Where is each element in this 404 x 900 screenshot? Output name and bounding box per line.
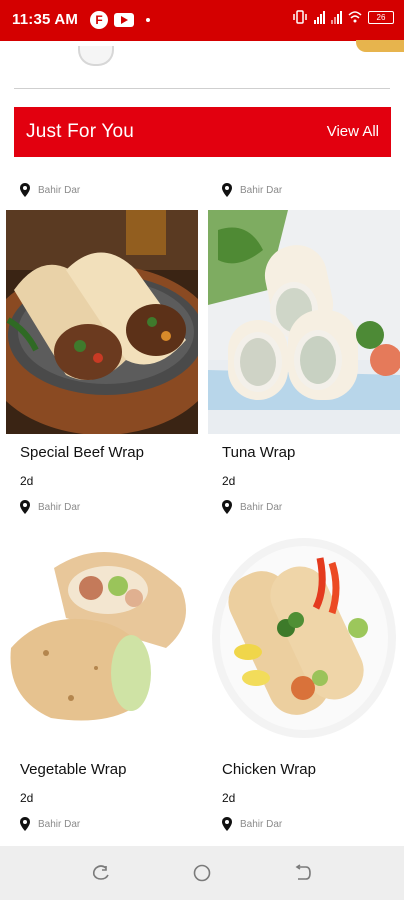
beef-wrap-image[interactable] xyxy=(6,210,198,434)
notification-icons: F xyxy=(90,11,150,29)
location-row: Bahir Dar xyxy=(222,500,282,514)
location-label: Bahir Dar xyxy=(38,184,81,196)
location-pin-icon xyxy=(222,183,232,197)
product-time: 2d xyxy=(222,474,236,488)
product-time: 2d xyxy=(222,791,236,805)
back-icon[interactable] xyxy=(294,864,312,882)
location-pin-icon xyxy=(20,183,30,197)
location-pin-icon xyxy=(20,817,30,831)
view-all-button[interactable]: View All xyxy=(327,123,379,140)
youtube-icon xyxy=(114,13,134,27)
home-icon[interactable] xyxy=(193,864,211,882)
product-name[interactable]: Special Beef Wrap xyxy=(20,444,144,461)
vibrate-icon xyxy=(293,10,307,24)
location-row: Bahir Dar xyxy=(20,817,80,831)
partial-item-image xyxy=(76,40,114,66)
location-row: Bahir Dar xyxy=(222,817,282,831)
location-row: Bahir Dar xyxy=(222,183,282,197)
section-header: Just For You View All xyxy=(14,107,391,157)
location-label: Bahir Dar xyxy=(38,501,81,513)
more-notifications-icon xyxy=(146,18,150,22)
product-name[interactable]: Tuna Wrap xyxy=(222,444,295,461)
chicken-wrap-image[interactable] xyxy=(208,528,400,752)
location-row: Bahir Dar xyxy=(20,500,80,514)
location-label: Bahir Dar xyxy=(240,184,283,196)
location-label: Bahir Dar xyxy=(38,818,81,830)
partial-item-image-right xyxy=(356,40,404,52)
location-row: Bahir Dar xyxy=(20,183,80,197)
location-pin-icon xyxy=(20,500,30,514)
product-time: 2d xyxy=(20,474,34,488)
tuna-wrap-image[interactable] xyxy=(208,210,400,434)
vegetable-wrap-image[interactable] xyxy=(6,528,198,752)
location-label: Bahir Dar xyxy=(240,501,283,513)
status-time: 11:35 AM xyxy=(12,11,79,28)
battery-icon: 26 xyxy=(368,10,394,24)
signal-2-icon xyxy=(331,10,342,24)
product-name[interactable]: Chicken Wrap xyxy=(222,761,316,778)
divider xyxy=(14,88,390,89)
wifi-icon xyxy=(348,11,362,23)
section-title: Just For You xyxy=(26,121,135,142)
recent-apps-icon[interactable] xyxy=(92,864,110,882)
location-pin-icon xyxy=(222,500,232,514)
system-status-icons: 26 xyxy=(292,10,394,24)
status-bar: 11:35 AM F 26 xyxy=(0,0,404,41)
product-name[interactable]: Vegetable Wrap xyxy=(20,761,126,778)
navigation-bar xyxy=(0,846,404,900)
app-notification-icon: F xyxy=(90,11,108,29)
location-label: Bahir Dar xyxy=(240,818,283,830)
product-time: 2d xyxy=(20,791,34,805)
location-pin-icon xyxy=(222,817,232,831)
signal-icon xyxy=(314,10,325,24)
